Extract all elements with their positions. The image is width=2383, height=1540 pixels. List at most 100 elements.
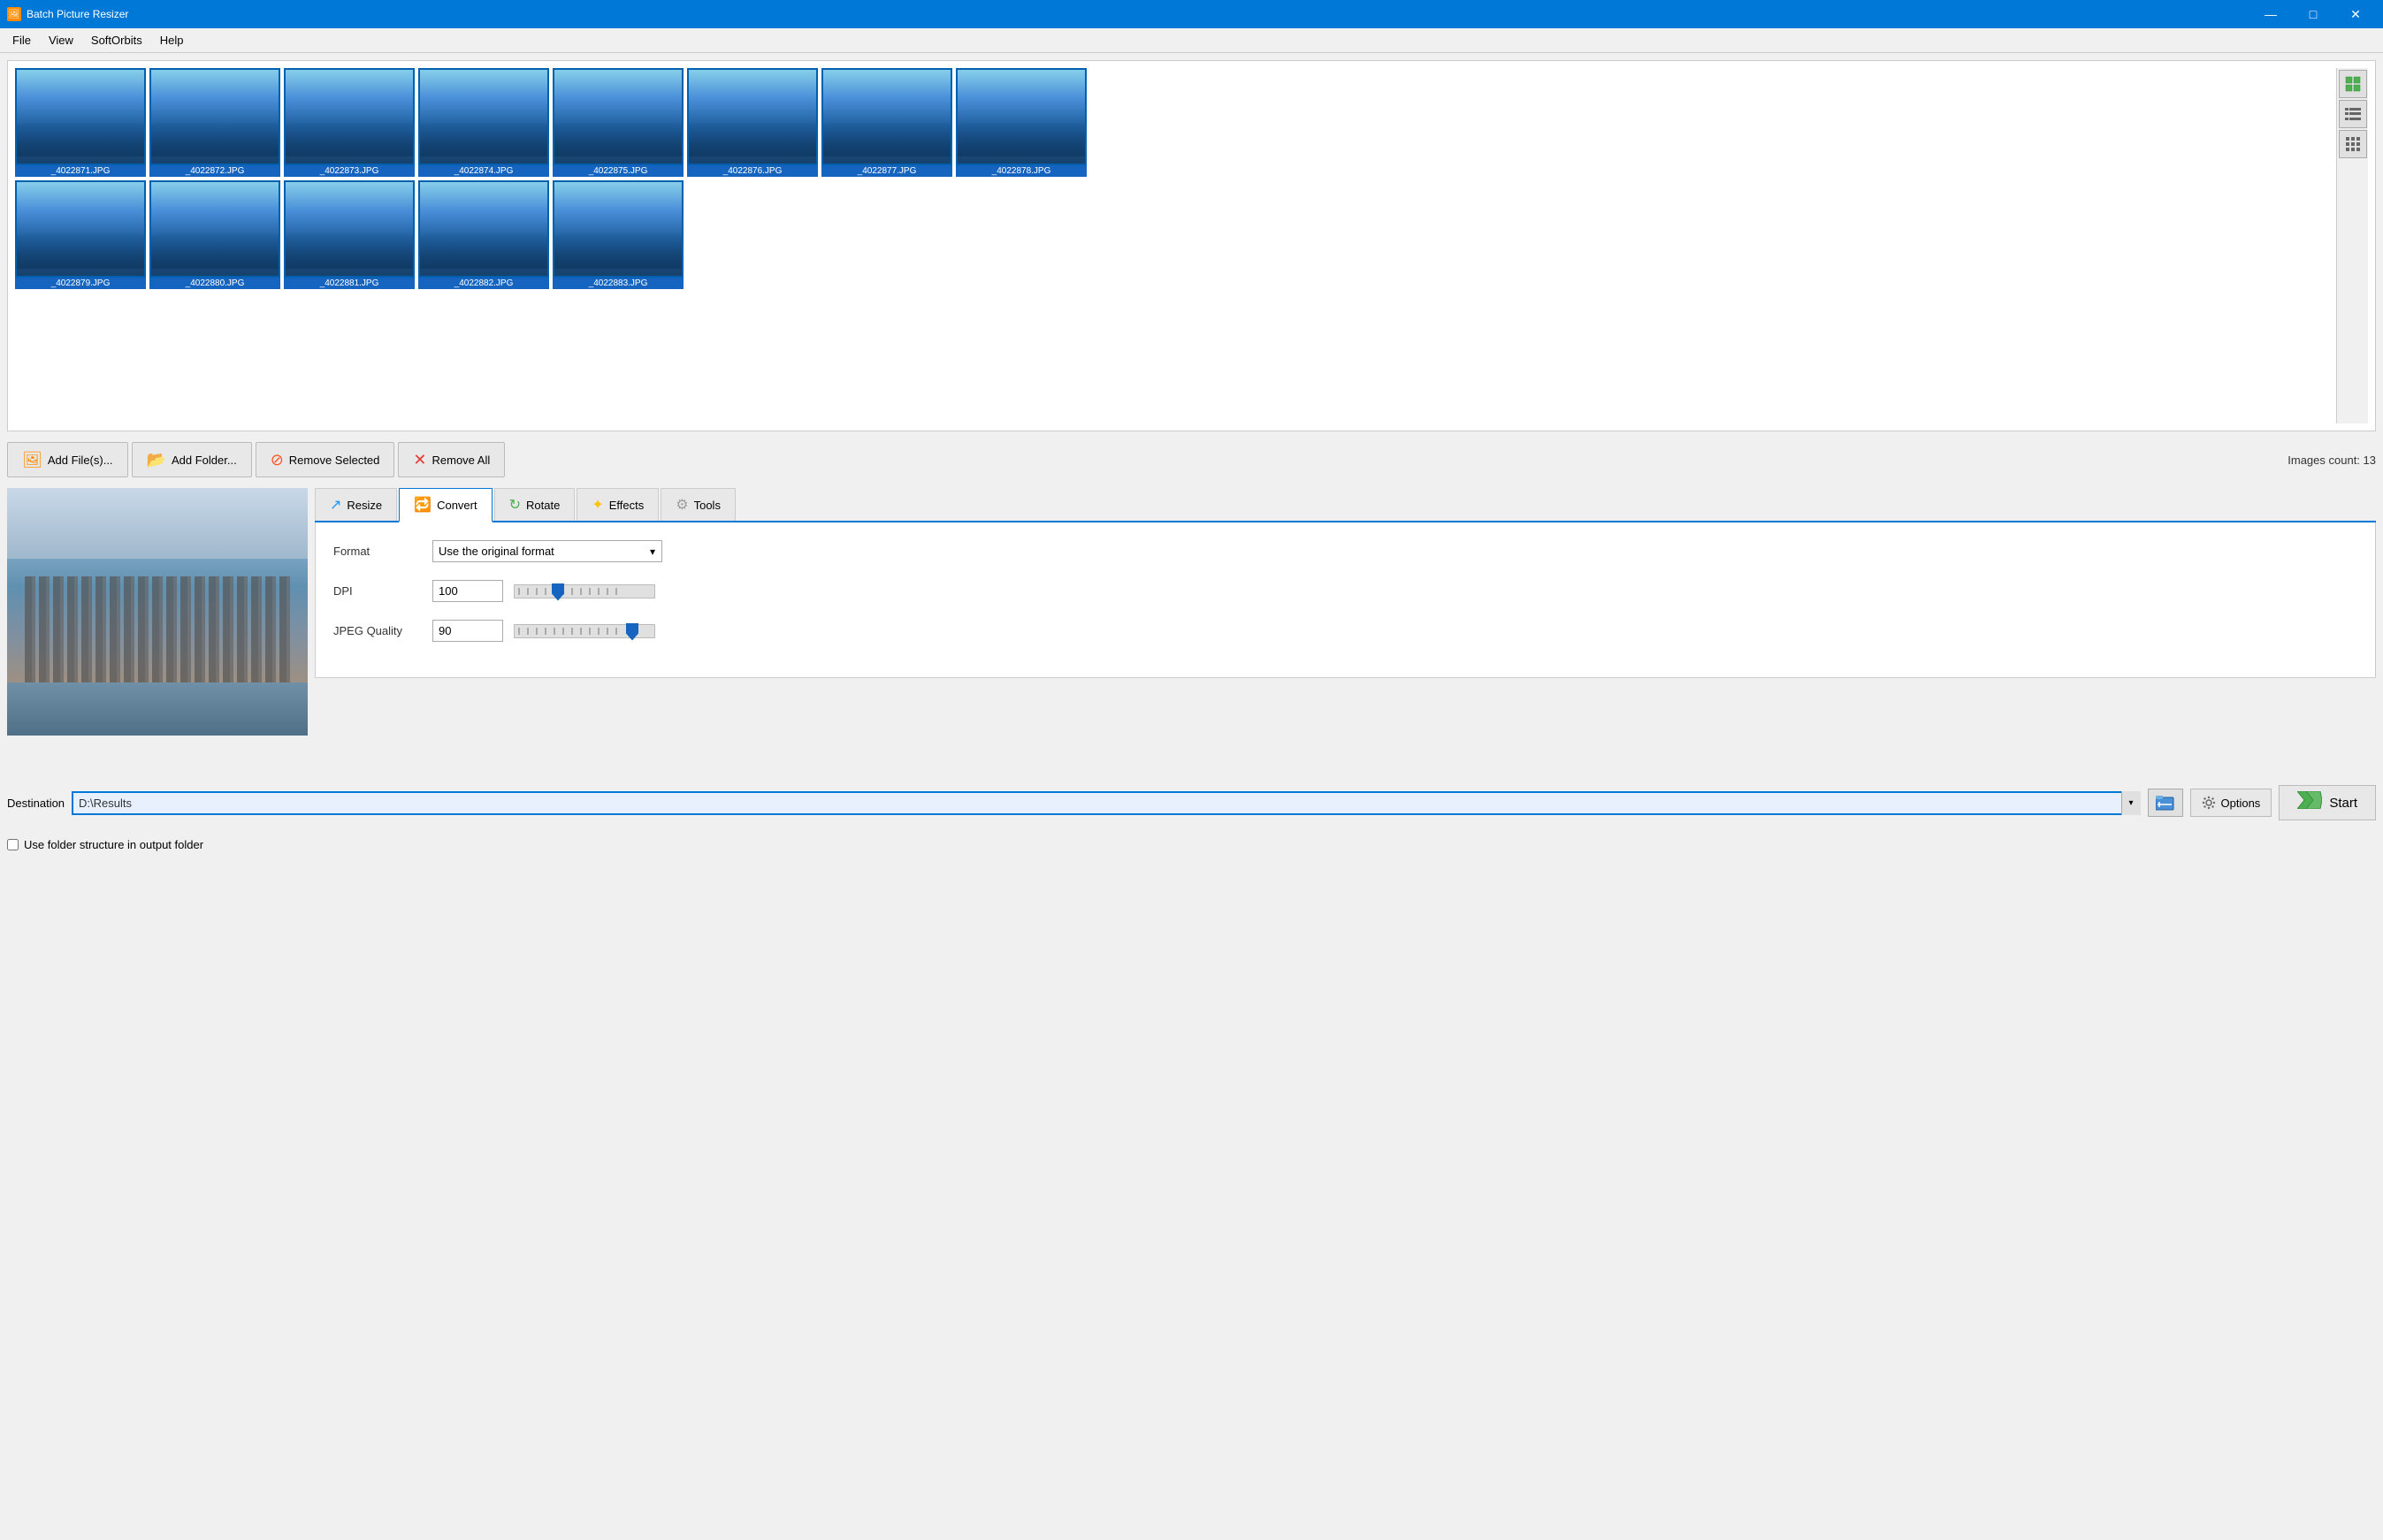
grid-view-button[interactable] xyxy=(2339,130,2367,158)
close-button[interactable]: ✕ xyxy=(2335,0,2376,28)
thumbnail-label: _4022881.JPG xyxy=(284,278,415,289)
remove-selected-button[interactable]: ⊘ Remove Selected xyxy=(256,442,395,477)
list-item[interactable]: _4022876.JPG xyxy=(687,68,818,177)
list-item[interactable]: _4022880.JPG xyxy=(149,180,280,289)
thumbnail-image xyxy=(956,68,1087,165)
destination-input[interactable] xyxy=(72,791,2140,815)
dpi-label: DPI xyxy=(333,584,422,598)
minimize-button[interactable]: — xyxy=(2250,0,2291,28)
list-item[interactable]: _4022875.JPG xyxy=(553,68,684,177)
list-item[interactable]: _4022883.JPG xyxy=(553,180,684,289)
preview-area xyxy=(7,488,308,771)
thumbnail-row-2: _4022879.JPG _4022880.JPG _4022881.JPG xyxy=(15,180,2333,289)
jpeg-quality-slider-thumb[interactable] xyxy=(626,623,638,641)
bottom-panel: ↗ Resize 🔁 Convert ↻ Rotate ✦ Effects ⚙ xyxy=(7,488,2376,771)
thumbnail-label: _4022874.JPG xyxy=(418,165,549,177)
list-item[interactable]: _4022872.JPG xyxy=(149,68,280,177)
tab-resize[interactable]: ↗ Resize xyxy=(315,488,397,521)
side-toolbar xyxy=(2336,68,2368,423)
thumbnail-image xyxy=(553,68,684,165)
gear-icon xyxy=(2202,796,2216,810)
title-bar: 🖼 Batch Picture Resizer — □ ✕ xyxy=(0,0,2383,28)
add-files-label: Add File(s)... xyxy=(48,454,113,467)
list-item[interactable]: _4022879.JPG xyxy=(15,180,146,289)
format-row: Format Use the original format JPEG PNG … xyxy=(333,540,2357,562)
dpi-row: DPI xyxy=(333,580,2357,602)
format-select[interactable]: Use the original format JPEG PNG BMP TIF… xyxy=(432,540,662,562)
format-label: Format xyxy=(333,545,422,558)
menu-file[interactable]: File xyxy=(4,30,40,50)
start-icon xyxy=(2297,791,2322,814)
add-files-icon: 🖼 xyxy=(22,451,42,469)
app-title: Batch Picture Resizer xyxy=(27,8,128,20)
tabs-panel: ↗ Resize 🔁 Convert ↻ Rotate ✦ Effects ⚙ xyxy=(315,488,2376,771)
destination-dropdown-button[interactable]: ▾ xyxy=(2121,791,2141,815)
thumbnail-label: _4022873.JPG xyxy=(284,165,415,177)
thumbnail-image xyxy=(284,180,415,278)
start-label: Start xyxy=(2329,796,2357,811)
jpeg-quality-slider[interactable] xyxy=(514,624,655,638)
thumbnail-image xyxy=(284,68,415,165)
jpeg-quality-input[interactable] xyxy=(432,620,503,642)
add-folder-button[interactable]: 📂 Add Folder... xyxy=(132,442,252,477)
tab-convert-label: Convert xyxy=(437,499,477,512)
window-controls: — □ ✕ xyxy=(2250,0,2376,28)
folder-icon: 📂 xyxy=(147,451,166,469)
dpi-input[interactable] xyxy=(432,580,503,602)
tab-effects-label: Effects xyxy=(609,499,645,512)
convert-tab-content: Format Use the original format JPEG PNG … xyxy=(315,522,2376,678)
options-button[interactable]: Options xyxy=(2190,789,2272,817)
main-content: _4022871.JPG _4022872.JPG _4022873.JPG xyxy=(0,53,2383,862)
list-item[interactable]: _4022873.JPG xyxy=(284,68,415,177)
convert-icon: 🔁 xyxy=(414,496,432,514)
title-bar-left: 🖼 Batch Picture Resizer xyxy=(7,7,128,21)
tab-convert[interactable]: 🔁 Convert xyxy=(399,488,492,522)
action-toolbar: 🖼 Add File(s)... 📂 Add Folder... ⊘ Remov… xyxy=(7,438,2376,481)
remove-all-button[interactable]: ✕ Remove All xyxy=(398,442,505,477)
thumbnail-label: _4022882.JPG xyxy=(418,278,549,289)
menu-view[interactable]: View xyxy=(40,30,82,50)
thumbnail-label: _4022883.JPG xyxy=(553,278,684,289)
maximize-button[interactable]: □ xyxy=(2293,0,2333,28)
menu-help[interactable]: Help xyxy=(151,30,193,50)
tab-rotate[interactable]: ↻ Rotate xyxy=(494,488,576,521)
thumbnail-image xyxy=(687,68,818,165)
app-icon: 🖼 xyxy=(7,7,21,21)
list-view-button[interactable] xyxy=(2339,100,2367,128)
thumbnail-label: _4022877.JPG xyxy=(821,165,952,177)
thumbnail-label: _4022876.JPG xyxy=(687,165,818,177)
thumbnail-view-button[interactable] xyxy=(2339,70,2367,98)
format-select-wrapper: Use the original format JPEG PNG BMP TIF… xyxy=(432,540,662,562)
folder-structure-label: Use folder structure in output folder xyxy=(24,838,203,851)
menu-bar: File View SoftOrbits Help xyxy=(0,28,2383,53)
folder-structure-checkbox[interactable] xyxy=(7,839,19,850)
dpi-slider-thumb[interactable] xyxy=(552,583,564,601)
thumbnail-image xyxy=(15,68,146,165)
jpeg-quality-row: JPEG Quality xyxy=(333,620,2357,642)
list-item[interactable]: _4022882.JPG xyxy=(418,180,549,289)
thumbnail-image xyxy=(418,180,549,278)
add-files-button[interactable]: 🖼 Add File(s)... xyxy=(7,442,128,477)
list-item[interactable]: _4022881.JPG xyxy=(284,180,415,289)
preview-image xyxy=(7,488,308,736)
tab-effects[interactable]: ✦ Effects xyxy=(577,488,659,521)
tab-tools[interactable]: ⚙ Tools xyxy=(661,488,736,521)
options-label: Options xyxy=(2221,797,2261,810)
thumbnail-label: _4022875.JPG xyxy=(553,165,684,177)
images-count: Images count: 13 xyxy=(2288,454,2376,467)
tab-rotate-label: Rotate xyxy=(526,499,560,512)
list-item[interactable]: _4022878.JPG xyxy=(956,68,1087,177)
thumbnail-image xyxy=(821,68,952,165)
thumbnail-area: _4022871.JPG _4022872.JPG _4022873.JPG xyxy=(7,60,2376,431)
destination-browse-button[interactable] xyxy=(2148,789,2183,817)
dpi-slider[interactable] xyxy=(514,584,655,598)
destination-input-wrapper: ▾ xyxy=(72,791,2140,815)
start-button[interactable]: Start xyxy=(2279,785,2376,820)
list-item[interactable]: _4022874.JPG xyxy=(418,68,549,177)
list-item[interactable]: _4022877.JPG xyxy=(821,68,952,177)
list-item[interactable]: _4022871.JPG xyxy=(15,68,146,177)
destination-label: Destination xyxy=(7,797,65,810)
menu-softorbits[interactable]: SoftOrbits xyxy=(82,30,151,50)
thumbnail-image xyxy=(15,180,146,278)
rotate-icon: ↻ xyxy=(509,496,521,514)
